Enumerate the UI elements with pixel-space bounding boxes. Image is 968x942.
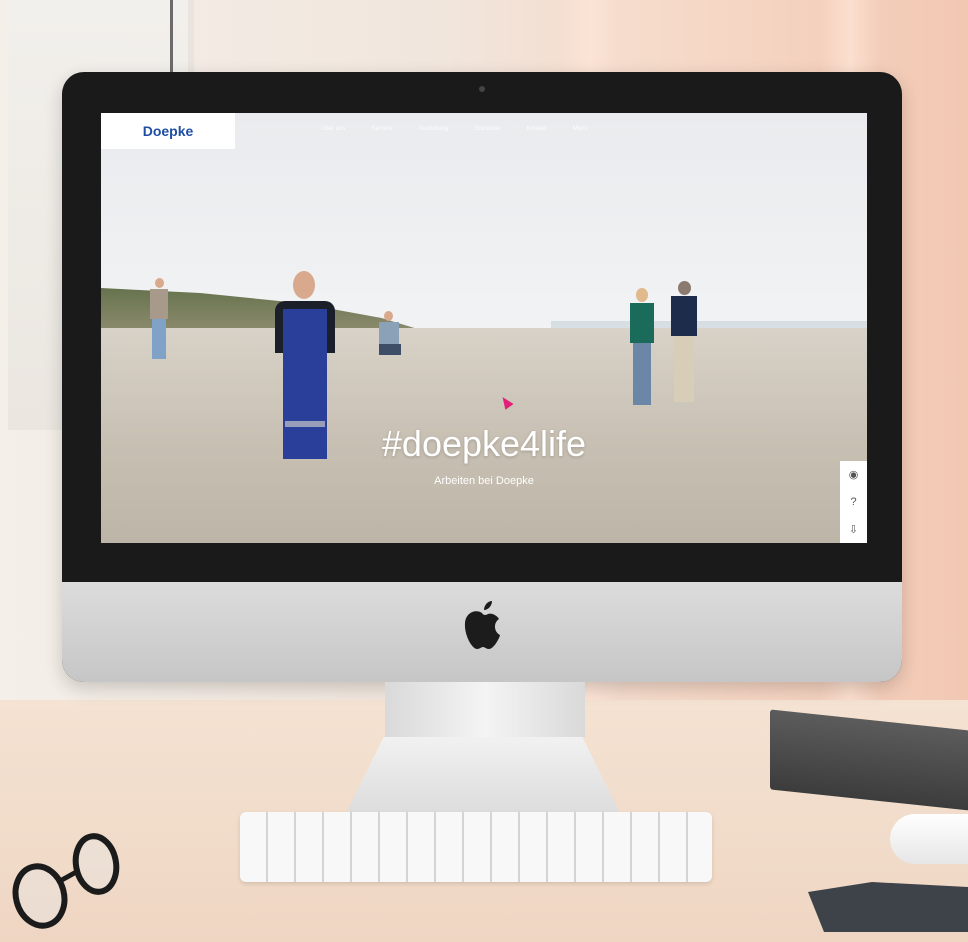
curtain-rod [170, 0, 173, 75]
help-icon[interactable]: ? [850, 496, 856, 508]
website-screen: Doepke Über uns Karriere Ausbildung Stan… [101, 113, 867, 543]
imac-monitor: Doepke Über uns Karriere Ausbildung Stan… [62, 72, 902, 682]
person-sitting [376, 311, 402, 357]
logo-text: Doepke [142, 123, 194, 139]
monitor-stand-neck [385, 682, 585, 737]
hero-subtitle: Arbeiten bei Doepke [434, 475, 534, 487]
download-icon[interactable]: ⇩ [849, 523, 858, 536]
person-woman-navy [666, 281, 702, 411]
nav-item[interactable]: Über uns [321, 126, 345, 132]
nav-item[interactable]: Kontakt [526, 126, 546, 132]
camera [479, 86, 485, 92]
main-navigation: Über uns Karriere Ausbildung Standorte K… [321, 126, 588, 132]
mouse [890, 814, 968, 864]
cleaning-cloth [808, 882, 968, 932]
nav-item[interactable]: Menü [573, 126, 588, 132]
site-logo[interactable]: Doepke [101, 113, 235, 149]
info-icon[interactable]: ◉ [849, 468, 859, 481]
person-woman-green [624, 288, 660, 413]
person-left-far [146, 278, 172, 373]
keyboard [240, 812, 712, 882]
monitor-stand-base [345, 737, 621, 815]
apple-logo-icon [464, 601, 500, 649]
hero-title: #doepke4life [381, 423, 587, 464]
nav-item[interactable]: Standorte [474, 126, 500, 132]
nav-item[interactable]: Karriere [371, 126, 392, 132]
side-toolbar: ◉ ? ⇩ [840, 461, 867, 543]
glasses-icon [12, 833, 120, 929]
nav-item[interactable]: Ausbildung [419, 126, 449, 132]
